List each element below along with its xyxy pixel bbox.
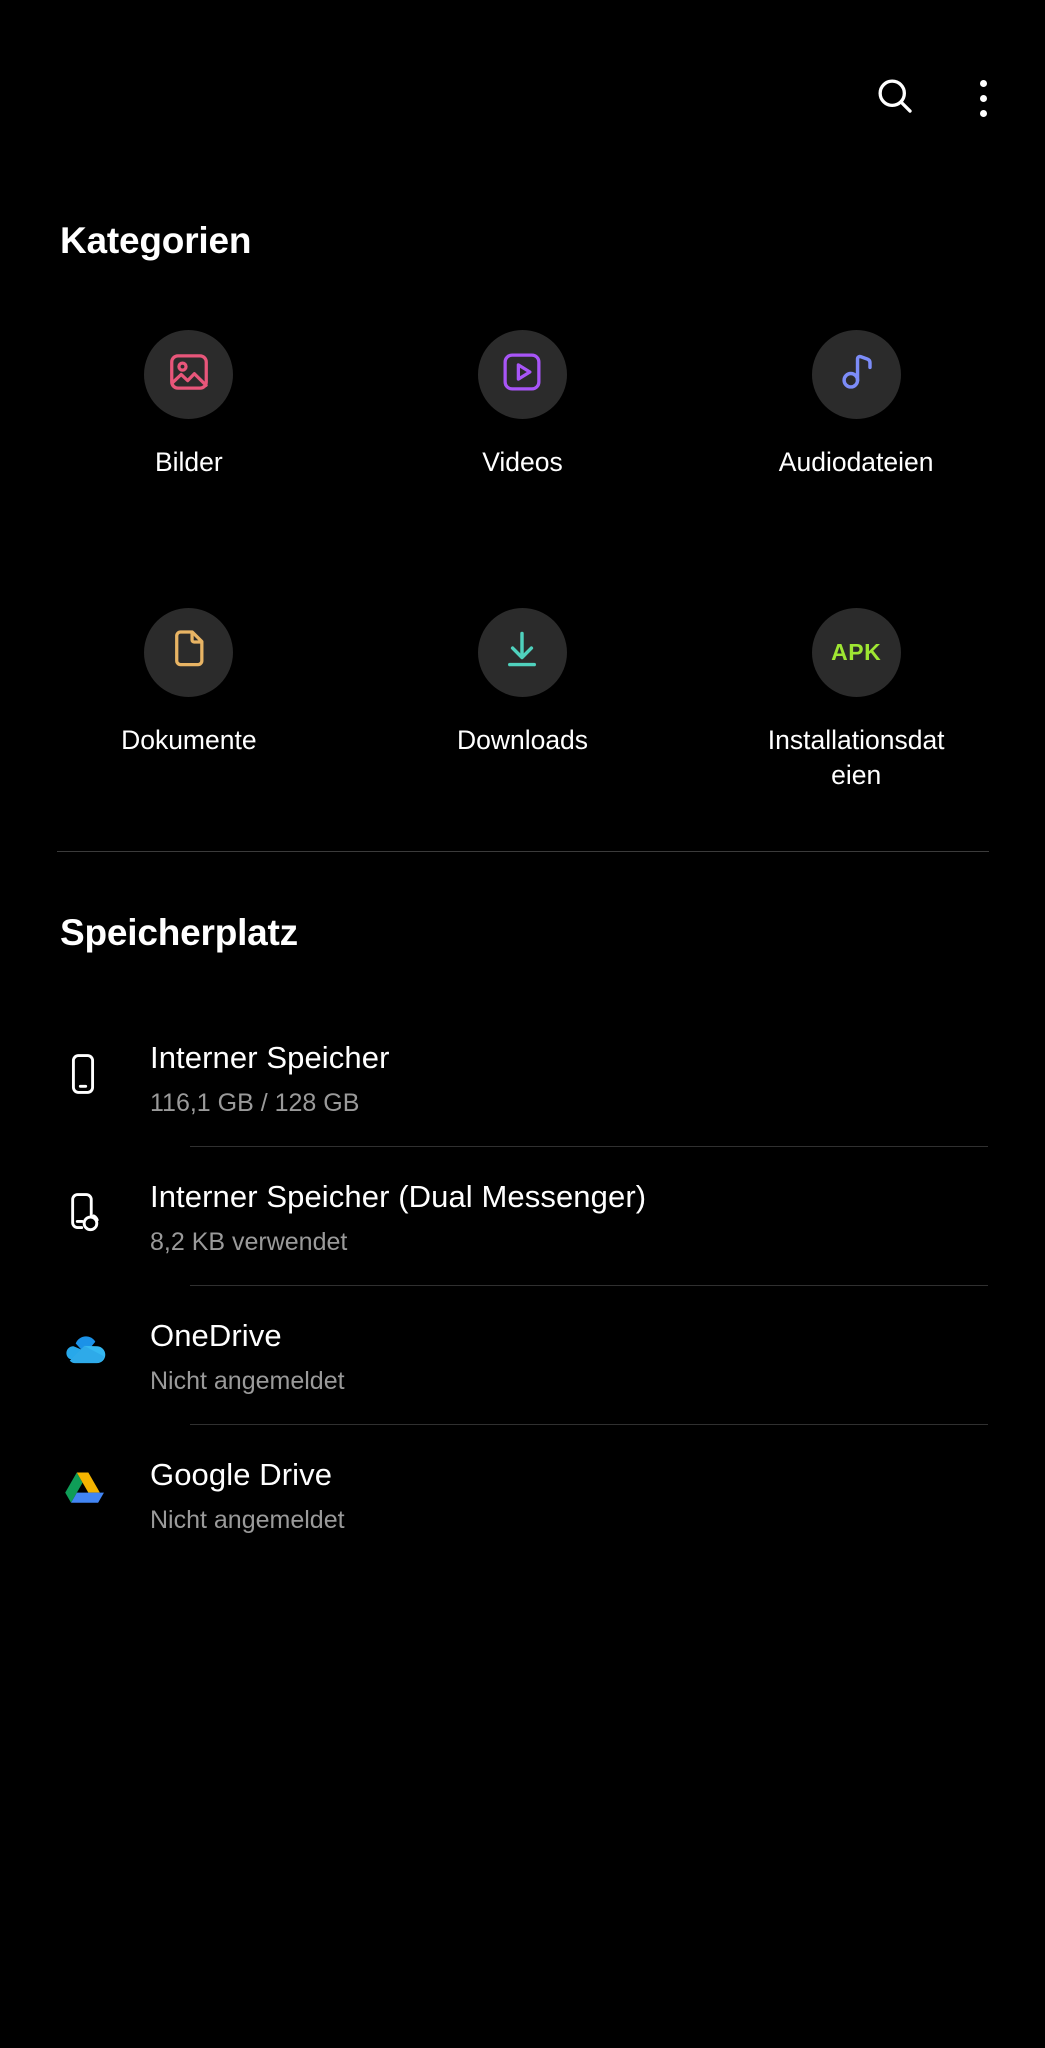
category-icon-circle	[477, 607, 567, 697]
search-icon	[873, 74, 917, 123]
download-icon	[499, 627, 545, 678]
more-vert-icon-dot-3	[979, 109, 987, 117]
google-drive-icon	[60, 1466, 110, 1521]
category-icon-circle	[144, 330, 234, 419]
category-label: Installationsdateien	[767, 724, 945, 790]
storage-item-text: Interner Speicher 116,1 GB / 128 GB	[146, 1034, 450, 1120]
storage-item-icon	[60, 1051, 146, 1102]
category-icon-circle	[477, 330, 567, 419]
storage-item-subtitle: 116,1 GB / 128 GB	[150, 1089, 360, 1118]
top-app-bar	[0, 0, 1045, 196]
phone-icon	[60, 1051, 106, 1102]
storage-item-name: OneDrive	[150, 1318, 282, 1354]
storage-heading: Speicherplatz	[60, 911, 298, 953]
category-icon-circle	[811, 330, 901, 419]
storage-item-onedrive[interactable]: OneDrive Nicht angemeldet	[0, 1286, 1045, 1424]
music-note-icon	[833, 349, 879, 400]
storage-item-text: Interner Speicher (Dual Messenger) 8,2 K…	[146, 1173, 706, 1259]
phone-dual-icon	[60, 1190, 106, 1241]
storage-item-name: Google Drive	[150, 1457, 333, 1493]
top-bar-actions	[867, 70, 1001, 126]
category-videos[interactable]: Videos	[356, 318, 690, 480]
category-audiodateien[interactable]: Audiodateien	[689, 318, 1023, 480]
apk-icon: APK	[831, 638, 882, 665]
more-vert-icon-dot-1	[979, 79, 987, 87]
more-options-button[interactable]	[965, 70, 1001, 126]
categories-grid-row-2: Dokumente Downloads APK Installationsdat…	[0, 536, 1045, 793]
category-label: Videos	[482, 447, 563, 477]
onedrive-icon	[60, 1326, 112, 1383]
section-divider	[56, 850, 989, 852]
storage-item-text: OneDrive Nicht angemeldet	[146, 1312, 405, 1398]
categories-heading: Kategorien	[60, 220, 252, 261]
storage-item-name: Interner Speicher (Dual Messenger)	[150, 1179, 647, 1215]
storage-item-name: Interner Speicher	[150, 1040, 390, 1076]
category-bilder[interactable]: Bilder	[22, 318, 356, 480]
category-downloads[interactable]: Downloads	[356, 536, 690, 793]
storage-item-subtitle: Nicht angemeldet	[150, 1367, 345, 1396]
more-vert-icon-dot-2	[979, 94, 987, 102]
storage-item-text: Google Drive Nicht angemeldet	[146, 1451, 405, 1537]
category-label: Dokumente	[121, 724, 257, 755]
category-icon-circle: APK	[811, 607, 901, 697]
category-label: Bilder	[154, 447, 223, 477]
storage-item-subtitle: 8,2 KB verwendet	[150, 1228, 348, 1257]
storage-item-icon	[60, 1326, 146, 1383]
search-button[interactable]	[867, 70, 923, 126]
storage-list: Interner Speicher 116,1 GB / 128 GB Inte…	[0, 1008, 1045, 1563]
category-icon-circle	[144, 607, 234, 697]
storage-item-google-drive[interactable]: Google Drive Nicht angemeldet	[0, 1425, 1045, 1563]
category-installationsdateien[interactable]: APK Installationsdateien	[689, 536, 1023, 793]
category-dokumente[interactable]: Dokumente	[22, 536, 356, 793]
categories-grid: Bilder Videos Audiodateien	[0, 318, 1045, 480]
storage-item-dual-messenger[interactable]: Interner Speicher (Dual Messenger) 8,2 K…	[0, 1147, 1045, 1285]
storage-item-icon	[60, 1190, 146, 1241]
storage-item-subtitle: Nicht angemeldet	[150, 1506, 345, 1535]
storage-item-interner-speicher[interactable]: Interner Speicher 116,1 GB / 128 GB	[0, 1008, 1045, 1146]
image-icon	[166, 349, 212, 400]
document-icon	[166, 627, 212, 678]
storage-item-icon	[60, 1466, 146, 1521]
video-icon	[499, 349, 545, 400]
category-label: Audiodateien	[778, 447, 934, 477]
category-label: Downloads	[456, 724, 589, 755]
